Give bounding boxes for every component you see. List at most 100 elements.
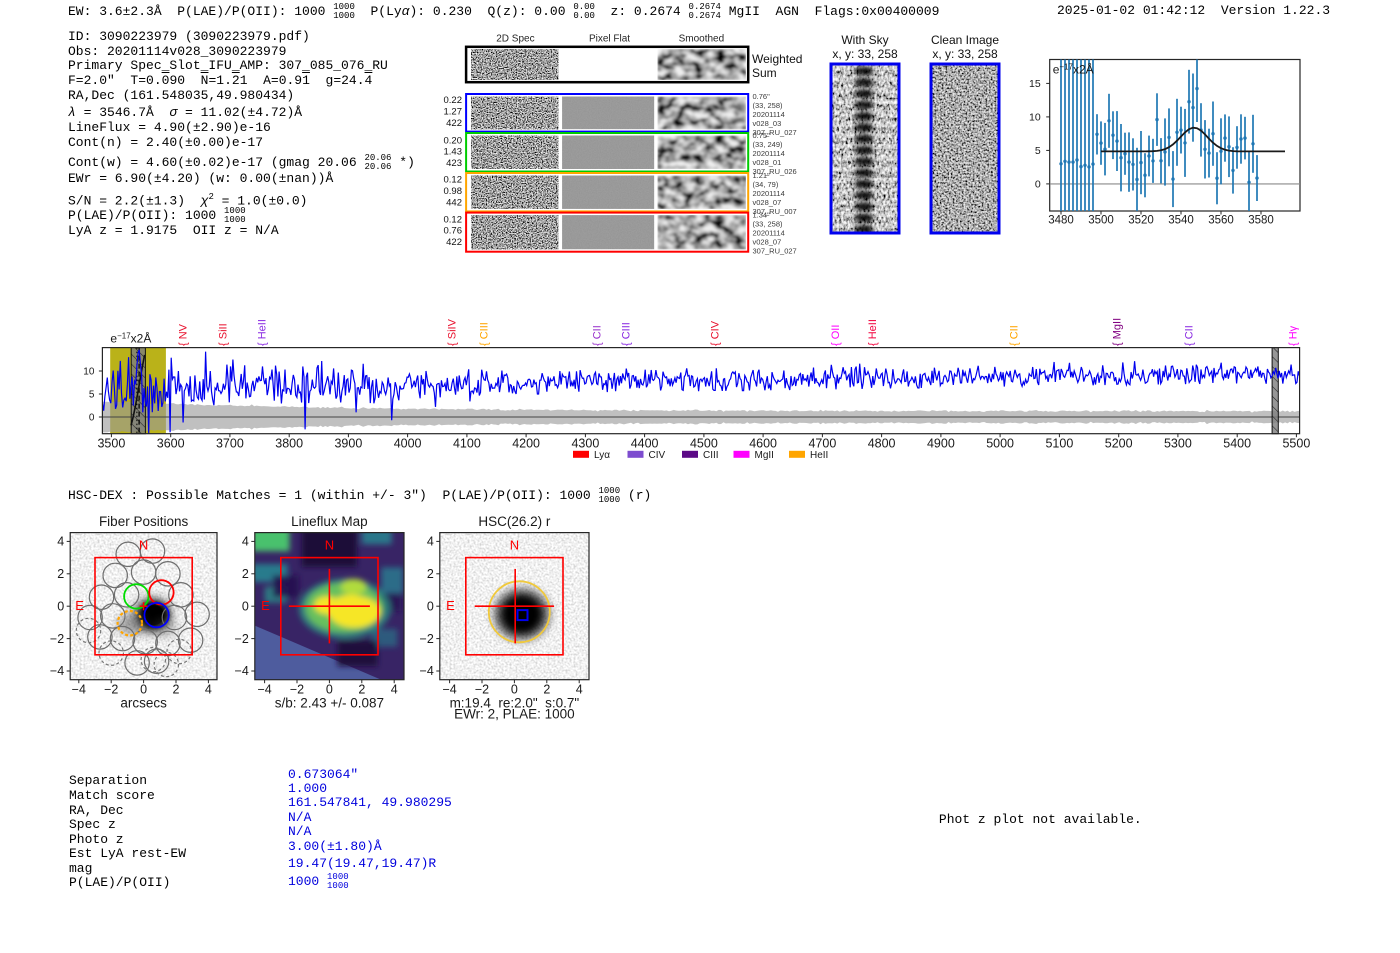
svg-text:−4: −4 — [442, 683, 456, 697]
svg-text:0.76": 0.76" — [753, 92, 771, 101]
svg-text:1.27: 1.27 — [444, 107, 463, 118]
svg-text:−4: −4 — [420, 664, 434, 678]
svg-text:CIII: CIII — [703, 450, 719, 461]
svg-text:1.34": 1.34" — [753, 210, 771, 219]
svg-text:0.22: 0.22 — [444, 95, 463, 106]
svg-text:20201114: 20201114 — [753, 110, 785, 119]
svg-text:{ NV: { NV — [178, 323, 190, 346]
svg-text:442: 442 — [446, 198, 462, 209]
svg-text:4700: 4700 — [808, 437, 836, 451]
svg-text:0.12: 0.12 — [444, 175, 463, 186]
svg-text:N: N — [510, 537, 519, 552]
svg-text:Clean Image: Clean Image — [931, 33, 999, 47]
svg-text:v028_07: v028_07 — [753, 198, 782, 207]
svg-text:{ CIV: { CIV — [710, 320, 722, 346]
svg-text:−4: −4 — [235, 664, 249, 678]
svg-text:4: 4 — [427, 535, 434, 549]
svg-text:{ CII: { CII — [1009, 325, 1021, 346]
svg-text:3560: 3560 — [1208, 215, 1234, 227]
svg-text:4200: 4200 — [512, 437, 540, 451]
svg-text:(33, 258): (33, 258) — [753, 220, 784, 229]
svg-text:Lineflux Map: Lineflux Map — [291, 514, 368, 529]
svg-text:20201114: 20201114 — [753, 229, 785, 238]
svg-text:e−17x2Å: e−17x2Å — [110, 331, 151, 346]
svg-text:4300: 4300 — [571, 437, 599, 451]
svg-text:−4: −4 — [257, 683, 271, 697]
svg-text:4100: 4100 — [453, 437, 481, 451]
svg-text:−2: −2 — [290, 683, 304, 697]
svg-text:0: 0 — [326, 683, 333, 697]
svg-text:2: 2 — [173, 683, 180, 697]
svg-text:{ HeII: { HeII — [257, 319, 269, 346]
svg-text:0.12: 0.12 — [444, 215, 463, 226]
svg-text:(33, 258): (33, 258) — [753, 101, 784, 110]
svg-text:4000: 4000 — [394, 437, 422, 451]
svg-text:307_RU_027: 307_RU_027 — [753, 247, 797, 256]
svg-text:423: 423 — [446, 158, 462, 169]
svg-text:With Sky: With Sky — [841, 33, 888, 47]
svg-text:(33, 249): (33, 249) — [753, 140, 784, 149]
svg-text:{ CII: { CII — [592, 325, 604, 346]
svg-text:0: 0 — [140, 683, 147, 697]
svg-text:arcsecs: arcsecs — [120, 695, 167, 710]
svg-text:3540: 3540 — [1168, 215, 1194, 227]
svg-text:4400: 4400 — [631, 437, 659, 451]
svg-text:E: E — [446, 598, 455, 613]
svg-text:N: N — [325, 537, 334, 552]
svg-text:{ CIII: { CIII — [621, 322, 633, 346]
svg-text:v028_03: v028_03 — [753, 119, 782, 128]
svg-text:0: 0 — [427, 599, 434, 613]
svg-text:{ SiII: { SiII — [218, 323, 230, 346]
svg-text:3700: 3700 — [216, 437, 244, 451]
svg-text:N: N — [139, 537, 148, 552]
svg-text:20201114: 20201114 — [753, 189, 785, 198]
svg-text:5500: 5500 — [1282, 437, 1310, 451]
svg-text:2: 2 — [427, 567, 434, 581]
svg-text:10: 10 — [1029, 112, 1041, 124]
svg-text:422: 422 — [446, 237, 462, 248]
svg-text:−2: −2 — [235, 632, 249, 646]
svg-text:5000: 5000 — [986, 437, 1014, 451]
svg-text:Fiber Positions: Fiber Positions — [99, 514, 189, 529]
svg-text:E: E — [75, 598, 84, 613]
svg-text:v028_07: v028_07 — [753, 238, 782, 247]
svg-text:EWr: 2, PLAE: 1000: EWr: 2, PLAE: 1000 — [454, 707, 575, 722]
svg-text:5100: 5100 — [1045, 437, 1073, 451]
svg-text:15: 15 — [1029, 78, 1041, 90]
svg-text:0: 0 — [242, 599, 249, 613]
svg-text:−2: −2 — [420, 632, 434, 646]
svg-text:3900: 3900 — [334, 437, 362, 451]
svg-text:4: 4 — [57, 535, 64, 549]
svg-text:0: 0 — [57, 599, 64, 613]
svg-text:3800: 3800 — [275, 437, 303, 451]
svg-text:20201114: 20201114 — [753, 149, 785, 158]
svg-text:Pixel Flat: Pixel Flat — [589, 34, 630, 45]
svg-text:4900: 4900 — [927, 437, 955, 451]
svg-text:3480: 3480 — [1048, 215, 1074, 227]
svg-text:{ CIII: { CIII — [479, 322, 491, 346]
svg-text:0.76: 0.76 — [444, 226, 463, 237]
svg-text:1.43: 1.43 — [444, 147, 463, 158]
svg-text:2: 2 — [242, 567, 249, 581]
svg-text:0.20: 0.20 — [444, 136, 463, 147]
svg-text:s/b: 2.43 +/- 0.087: s/b: 2.43 +/- 0.087 — [275, 695, 384, 710]
svg-text:5400: 5400 — [1223, 437, 1251, 451]
svg-text:{ Hγ: { Hγ — [1288, 325, 1300, 346]
svg-text:3600: 3600 — [157, 437, 185, 451]
svg-text:5: 5 — [89, 390, 95, 401]
svg-text:{ HeII: { HeII — [867, 319, 879, 346]
svg-text:2: 2 — [543, 683, 550, 697]
svg-text:{ CII: { CII — [1184, 325, 1196, 346]
svg-text:5200: 5200 — [1105, 437, 1133, 451]
svg-text:0.98: 0.98 — [444, 186, 463, 197]
svg-text:{ OII: { OII — [830, 325, 842, 346]
svg-text:3520: 3520 — [1128, 215, 1154, 227]
svg-text:Smoothed: Smoothed — [679, 34, 725, 45]
svg-text:x, y: 33, 258: x, y: 33, 258 — [932, 47, 998, 61]
svg-text:10: 10 — [83, 367, 95, 378]
svg-text:Sum: Sum — [752, 66, 777, 80]
svg-text:422: 422 — [446, 118, 462, 129]
svg-text:3500: 3500 — [97, 437, 125, 451]
svg-text:E: E — [261, 598, 270, 613]
svg-text:HSC(26.2) r: HSC(26.2) r — [478, 514, 551, 529]
